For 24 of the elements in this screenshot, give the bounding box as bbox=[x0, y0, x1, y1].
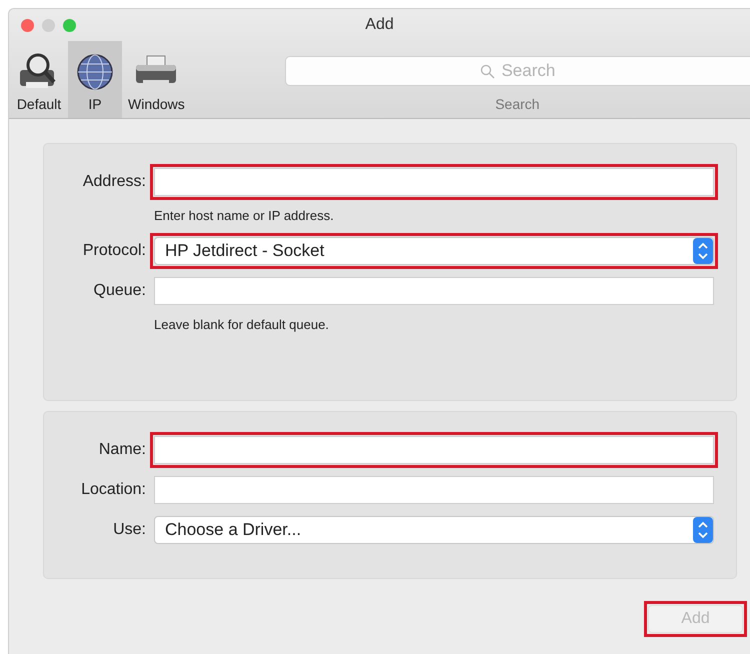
toolbar-tab[interactable]: IP bbox=[68, 41, 122, 118]
search-label: Search bbox=[495, 96, 540, 112]
text-field[interactable] bbox=[154, 476, 714, 504]
search-icon bbox=[480, 64, 496, 78]
dropdown[interactable]: Choose a Driver... bbox=[154, 516, 714, 544]
dropdown[interactable]: HP Jetdirect - Socket bbox=[154, 237, 714, 265]
field-label: Location: bbox=[80, 481, 147, 499]
toolbar-tab[interactable]: Default bbox=[12, 41, 66, 118]
toolbar-tab[interactable]: Windows bbox=[124, 41, 189, 118]
field-label: Use: bbox=[112, 521, 147, 539]
field-label: Protocol: bbox=[82, 242, 147, 260]
field-label: Name: bbox=[98, 441, 147, 459]
field-hint: Leave blank for default queue. bbox=[154, 316, 330, 334]
field-label: Address: bbox=[82, 173, 147, 191]
minimize-button[interactable] bbox=[42, 18, 55, 32]
globe-icon bbox=[75, 52, 115, 92]
stepper-icon bbox=[693, 517, 713, 543]
field-hint: Enter host name or IP address. bbox=[154, 207, 335, 225]
field-label: Queue: bbox=[92, 282, 147, 300]
stepper-icon bbox=[693, 238, 713, 264]
zoom-button[interactable] bbox=[63, 18, 76, 32]
text-field[interactable] bbox=[154, 277, 714, 305]
close-button[interactable] bbox=[21, 18, 34, 32]
window-title: Add bbox=[365, 16, 394, 34]
